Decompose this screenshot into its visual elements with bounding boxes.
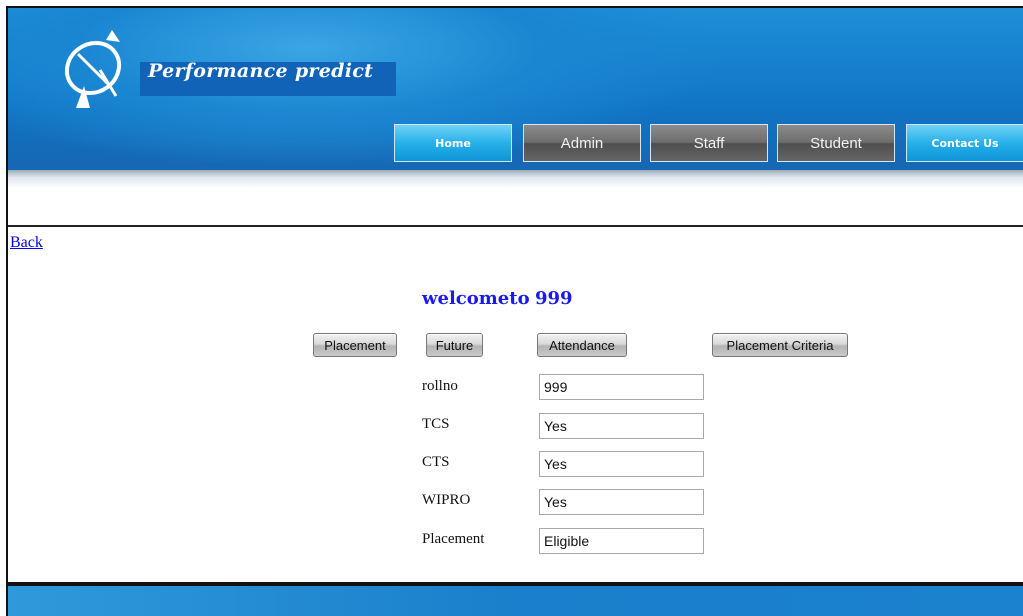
main-nav: Home Admin Staff Student Contact Us xyxy=(8,124,1023,162)
placement-label: Placement xyxy=(422,531,485,547)
rollno-label: rollno xyxy=(422,378,458,394)
attendance-button[interactable]: Attendance xyxy=(537,333,627,357)
nav-student[interactable]: Student xyxy=(777,124,895,162)
footer-banner xyxy=(8,586,1023,616)
divider xyxy=(8,225,1023,227)
placement-button[interactable]: Placement xyxy=(313,333,397,357)
page-frame: Performance predict Home Admin Staff Stu… xyxy=(6,6,1023,616)
rollno-field[interactable] xyxy=(539,374,704,400)
nav-staff[interactable]: Staff xyxy=(650,124,768,162)
tcs-field[interactable] xyxy=(539,413,704,439)
placement-field[interactable] xyxy=(539,528,704,554)
nav-contact-us[interactable]: Contact Us xyxy=(906,124,1023,162)
cts-label: CTS xyxy=(422,454,450,470)
nav-admin[interactable]: Admin xyxy=(523,124,641,162)
nav-home[interactable]: Home xyxy=(394,124,512,162)
placement-criteria-button[interactable]: Placement Criteria xyxy=(712,333,848,357)
wipro-label: WIPRO xyxy=(422,492,471,508)
satellite-dish-icon xyxy=(64,30,122,108)
welcome-user: 999 xyxy=(535,288,573,309)
tcs-label: TCS xyxy=(422,416,450,432)
future-button[interactable]: Future xyxy=(426,333,483,357)
back-link[interactable]: Back xyxy=(10,234,43,252)
brand-title: Performance predict xyxy=(148,60,374,82)
welcome-text: welcometo xyxy=(422,288,530,309)
cts-field[interactable] xyxy=(539,451,704,477)
wipro-field[interactable] xyxy=(539,489,704,515)
header-banner: Performance predict Home Admin Staff Stu… xyxy=(8,8,1023,170)
